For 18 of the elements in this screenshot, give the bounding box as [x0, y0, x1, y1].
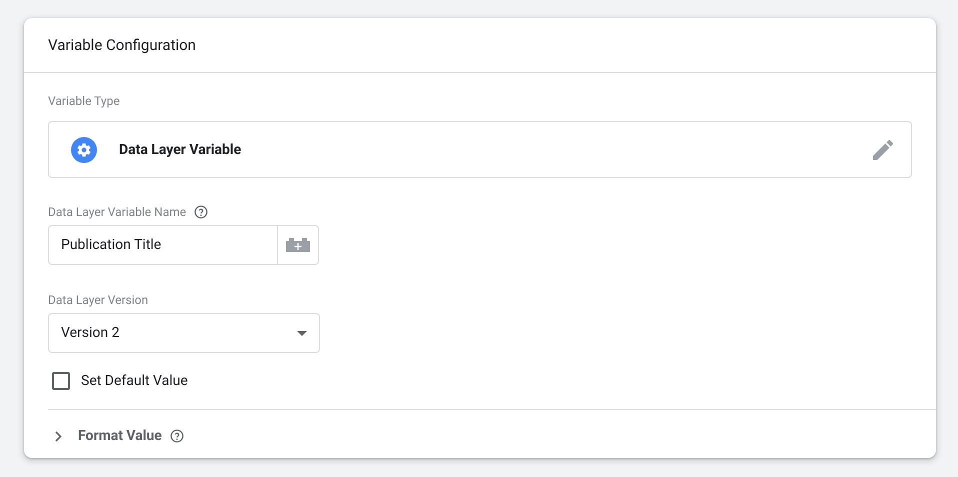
checkbox[interactable]	[52, 372, 70, 390]
gear-icon	[71, 136, 97, 162]
chevron-icon	[55, 430, 62, 442]
field-label: Variable Type	[48, 94, 120, 108]
checkbox-label: Set Default Value	[81, 373, 188, 389]
help-icon[interactable]	[170, 429, 184, 443]
variable-type-card[interactable]: Data Layer Variable	[48, 121, 912, 178]
version-dropdown[interactable]: Version 2	[48, 313, 320, 353]
edit-icon[interactable]	[873, 140, 893, 160]
field-label: Data Layer Version	[48, 293, 148, 307]
card-title: Variable Configuration	[48, 36, 196, 54]
dropdown-arrow-icon	[297, 330, 307, 336]
variable-type-name: Data Layer Variable	[119, 142, 242, 158]
help-icon[interactable]	[194, 205, 208, 219]
variable-name-field[interactable]: Publication Title	[48, 225, 319, 265]
format-value-toggle[interactable]: Format Value	[55, 428, 162, 444]
field-label: Data Layer Variable Name	[48, 205, 186, 219]
brick-icon	[286, 238, 310, 252]
